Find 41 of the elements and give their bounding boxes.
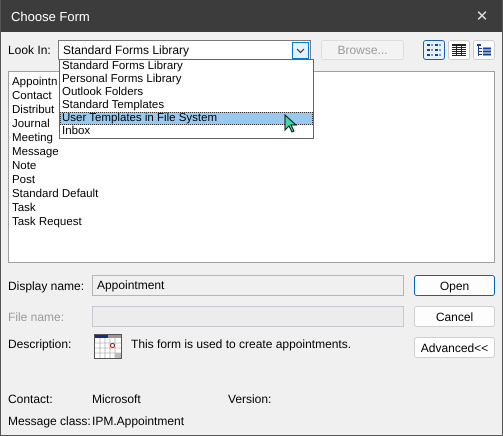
mouse-pointer-icon — [284, 114, 298, 134]
message-class-value: IPM.Appointment — [92, 414, 186, 428]
form-item[interactable]: Meeting — [12, 131, 53, 145]
calendar-icon — [94, 334, 122, 359]
dropdown-option[interactable]: Standard Templates — [60, 99, 313, 112]
form-item[interactable]: Task — [12, 201, 36, 215]
dropdown-option[interactable]: User Templates in File System — [60, 112, 313, 125]
close-button[interactable]: ✕ — [462, 0, 502, 32]
dropdown-option[interactable]: Outlook Folders — [60, 86, 313, 99]
form-item[interactable]: Journal — [12, 117, 50, 131]
form-item[interactable]: Contact — [12, 89, 52, 103]
tree-view-button[interactable] — [473, 40, 495, 60]
description-label: Description: — [8, 337, 72, 351]
dropdown-option[interactable]: Inbox — [60, 125, 313, 138]
dropdown-option[interactable]: Standard Forms Library — [60, 60, 313, 73]
details-view-button[interactable] — [448, 40, 470, 60]
look-in-dropdown[interactable]: Standard Forms Library — [58, 40, 311, 60]
open-button[interactable]: Open — [414, 275, 495, 296]
form-item[interactable]: Distribut — [12, 103, 54, 117]
contact-value: Microsoft — [92, 392, 142, 406]
contact-label: Contact: — [8, 392, 54, 406]
window-title: Choose Form — [11, 8, 90, 24]
text-field[interactable]: Appointment — [92, 275, 404, 296]
form-item[interactable]: Appointn — [12, 75, 58, 89]
form-item[interactable]: Note — [12, 159, 36, 173]
message-class-label: Message class: — [8, 414, 92, 428]
field-label: Display name: — [8, 278, 86, 292]
form-item[interactable]: Post — [12, 173, 36, 187]
description-text: This form is used to create appointments. — [131, 337, 352, 351]
advanced-button[interactable]: Advanced<< — [414, 337, 495, 358]
text-field[interactable] — [92, 306, 404, 327]
cancel-button[interactable]: Cancel — [414, 306, 495, 327]
caret-icon — [292, 42, 309, 58]
field-label: File name: — [8, 310, 66, 324]
icon-view-button[interactable] — [423, 40, 445, 60]
form-item[interactable]: Task Request — [12, 215, 82, 229]
form-item[interactable]: Message — [12, 145, 59, 159]
dropdown-option[interactable]: Personal Forms Library — [60, 73, 313, 86]
form-item[interactable]: Standard Default — [12, 187, 98, 201]
version-label: Version: — [228, 392, 272, 406]
look-in-label: Look In: — [8, 43, 52, 57]
